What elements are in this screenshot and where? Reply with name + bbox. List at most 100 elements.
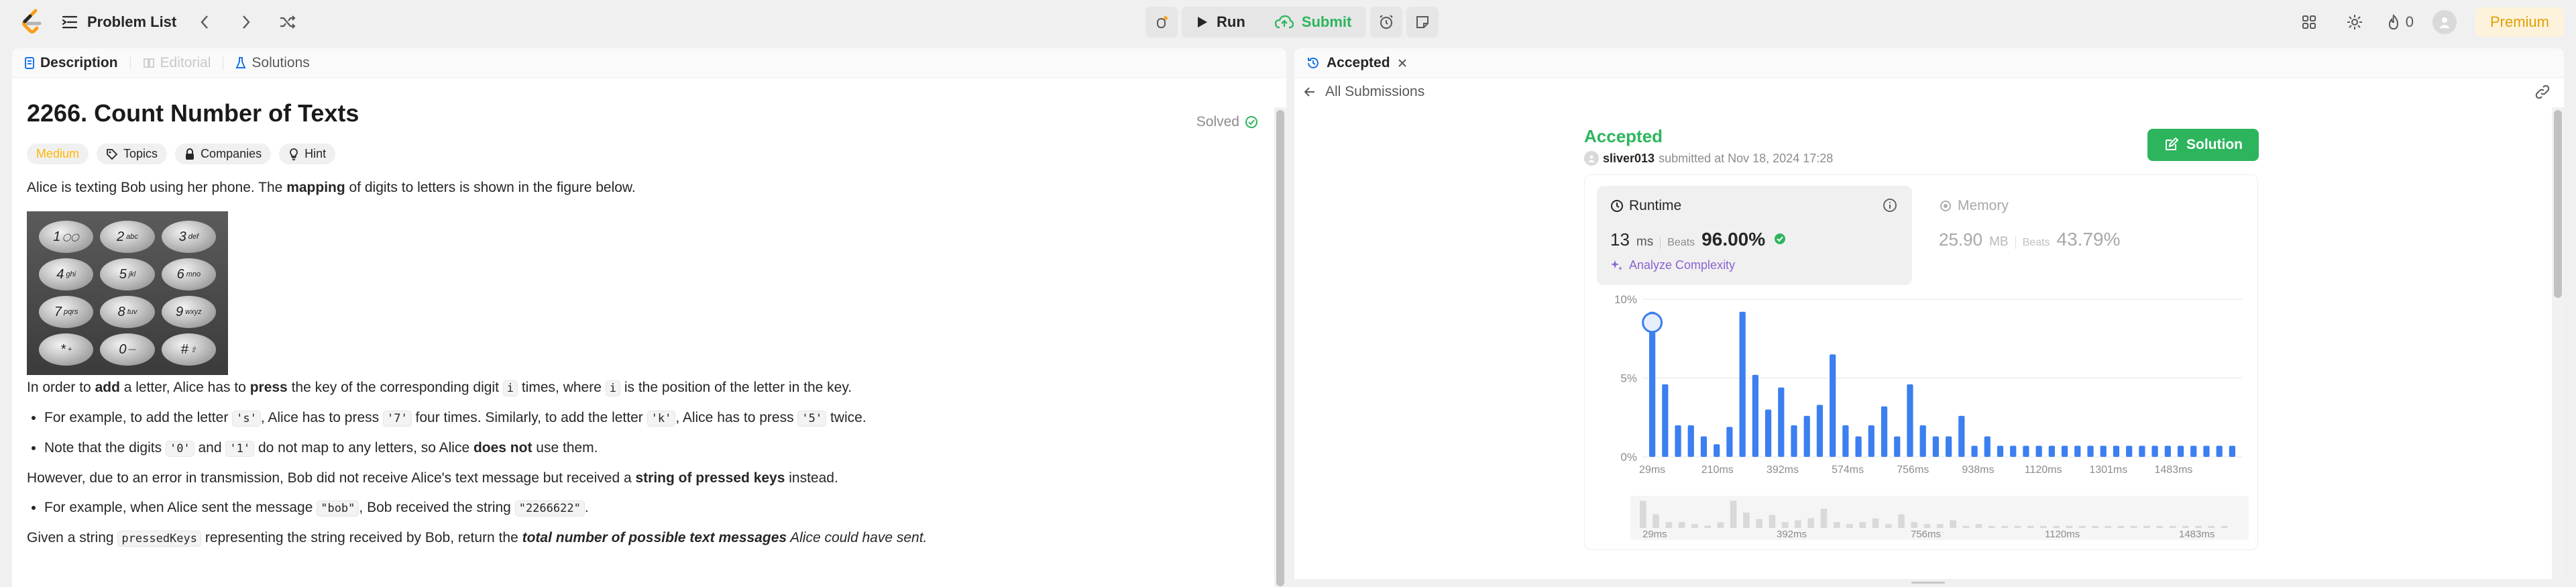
leetcode-logo-icon[interactable]	[19, 8, 47, 36]
clock-icon	[1611, 200, 1623, 212]
tab-accepted[interactable]: Accepted	[1327, 55, 1390, 71]
x-tick-label: 392ms	[1767, 464, 1799, 476]
overview-bar	[1833, 522, 1840, 528]
overview-bar	[1653, 514, 1659, 528]
scrollbar-thumb[interactable]	[2554, 110, 2562, 298]
topics-chip[interactable]: Topics	[97, 144, 168, 164]
chart-bar	[2139, 445, 2145, 457]
submission-panel: Accepted All Submissions Accepted sliver…	[1294, 48, 2564, 587]
x-tick-label: 938ms	[1962, 464, 1994, 476]
inline-code: '5'	[797, 411, 827, 427]
bottom-resize-handle[interactable]	[1294, 579, 2564, 587]
run-button[interactable]: Run	[1182, 7, 1260, 38]
overview-tick-label: 756ms	[1911, 529, 1941, 540]
avatar[interactable]	[2432, 10, 2457, 34]
analyze-label: Analyze Complexity	[1629, 258, 1736, 272]
memory-beats: 43.79%	[2056, 229, 2121, 250]
overview-bar	[2092, 525, 2098, 528]
notes-button[interactable]	[1406, 7, 1439, 38]
alarm-clock-icon	[1380, 15, 1394, 29]
overview-bar	[1743, 513, 1750, 528]
panel-resize-handle[interactable]	[1288, 48, 1293, 587]
list-icon	[62, 15, 78, 30]
overview-bar	[2001, 525, 2008, 528]
beats-label: Beats	[1660, 237, 1695, 249]
submission-scrollbar[interactable]	[2552, 107, 2564, 587]
chart-bar	[1932, 436, 1940, 457]
runtime-chart-svg: 0% 5% 10% 29ms 210ms 392ms 574ms 756ms 938ms 1120…	[1614, 293, 2242, 476]
chart-bar	[1997, 445, 2004, 457]
prev-problem-button[interactable]	[191, 9, 218, 36]
overview-bar	[2208, 525, 2215, 528]
next-problem-button[interactable]	[233, 9, 260, 36]
description-panel: Description Editorial Solutions 2266. Co…	[12, 48, 1286, 587]
overview-bar	[1756, 519, 1762, 528]
layout-button[interactable]	[2296, 9, 2322, 36]
bug-icon	[1157, 16, 1168, 28]
overview-bar	[1950, 520, 1956, 528]
tab-editorial-label: Editorial	[160, 54, 211, 70]
share-link-button[interactable]	[2534, 85, 2551, 99]
runtime-distribution-chart[interactable]: 0% 5% 10% 29ms 210ms 392ms 574ms 756ms 938ms 1120…	[1585, 289, 2259, 490]
text: Alice is texting Bob using her phone. Th…	[27, 180, 287, 195]
info-icon[interactable]	[1883, 198, 1897, 213]
memory-card[interactable]: Memory 25.90 MB Beats 43.79%	[1925, 186, 2241, 285]
overview-bar	[1911, 522, 1918, 528]
inline-code: '7'	[382, 411, 412, 427]
streak-counter[interactable]: 0	[2387, 13, 2414, 31]
chart-bar	[1894, 436, 1901, 457]
overview-bar	[2195, 525, 2202, 528]
solved-label: Solved	[1196, 114, 1239, 129]
paragraph-intro: Alice is texting Bob using her phone. Th…	[27, 178, 1270, 198]
solution-button[interactable]: Solution	[2147, 129, 2259, 161]
problem-title[interactable]: 2266. Count Number of Texts	[27, 99, 1270, 127]
chart-bar	[2216, 445, 2223, 457]
settings-button[interactable]	[2341, 9, 2368, 36]
tab-description-label: Description	[40, 54, 118, 70]
all-submissions-link[interactable]: All Submissions	[1294, 78, 2564, 106]
companies-chip[interactable]: Companies	[175, 144, 272, 164]
analyze-complexity-link[interactable]: Analyze Complexity	[1610, 258, 1899, 272]
problem-list-link[interactable]: Problem List	[62, 13, 176, 31]
chart-bar	[1971, 445, 1978, 457]
inline-code: 's'	[232, 411, 261, 427]
chart-bar	[1726, 427, 1733, 457]
chart-bar	[2010, 445, 2017, 457]
grid-layout-icon	[2302, 15, 2316, 29]
submit-button[interactable]: Submit	[1260, 7, 1367, 38]
tab-editorial[interactable]: Editorial	[143, 55, 211, 71]
overview-bar	[1898, 514, 1905, 528]
tab-solutions-label: Solutions	[251, 54, 310, 70]
chart-overview-slider[interactable]: 29ms 392ms 756ms 1120ms 1483ms	[1630, 496, 2249, 540]
timer-button[interactable]	[1370, 7, 1403, 38]
all-submissions-label: All Submissions	[1325, 84, 1425, 99]
cloud-upload-icon	[1274, 15, 1294, 29]
bullet-list-2: For example, when Alice sent the message…	[27, 498, 1270, 519]
key-6: 6 mno	[161, 258, 216, 290]
bold-text: string of pressed keys	[635, 470, 785, 486]
hint-chip[interactable]: Hint	[279, 144, 336, 164]
scrollbar-thumb[interactable]	[1276, 110, 1284, 586]
random-problem-button[interactable]	[274, 9, 301, 36]
bold-text: mapping	[286, 180, 345, 195]
chart-bar	[2113, 445, 2120, 457]
bullet-list-1: For example, to add the letter 's', Alic…	[27, 408, 1270, 459]
username[interactable]: sliver013	[1603, 152, 1655, 166]
nav-right: 0 Premium	[2296, 0, 2564, 44]
runtime-unit: ms	[1636, 235, 1654, 249]
premium-button[interactable]: Premium	[2475, 7, 2564, 37]
debug-button[interactable]	[1145, 7, 1178, 38]
overview-bar	[2066, 525, 2073, 528]
user-icon	[1587, 155, 1595, 162]
chart-bar	[1984, 436, 1991, 457]
tab-solutions[interactable]: Solutions	[235, 54, 310, 71]
x-tick-label: 1483ms	[2154, 464, 2192, 476]
text: In order to	[27, 380, 95, 395]
paragraph-task: Given a string pressedKeys representing …	[27, 530, 928, 547]
chart-bar	[1803, 415, 1810, 457]
close-icon[interactable]	[1397, 58, 1408, 68]
description-scrollbar[interactable]	[1274, 107, 1286, 587]
tab-description[interactable]: Description	[24, 55, 118, 71]
runtime-card[interactable]: Runtime 13 ms Beats 96.00% Analyze Compl…	[1597, 186, 1912, 285]
submitted-time: submitted at Nov 18, 2024 17:28	[1659, 151, 1834, 165]
